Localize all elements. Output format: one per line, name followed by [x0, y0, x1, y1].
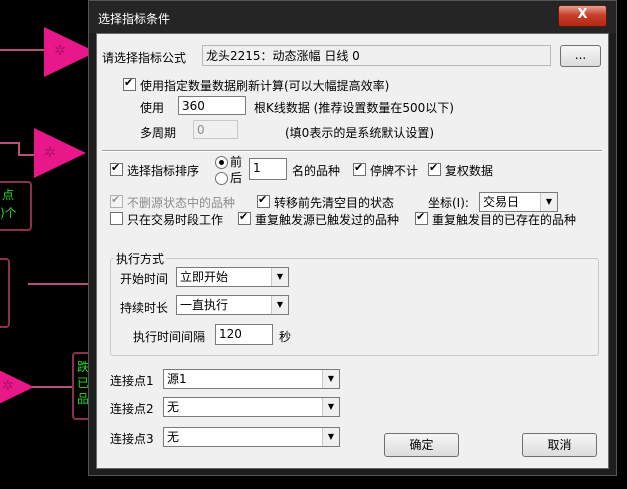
use-label: 使用: [140, 101, 165, 115]
exec-group-label: 执行方式: [114, 250, 167, 267]
period-label: 多周期: [140, 126, 177, 140]
clear-before-label: 转移前先清空目的状态: [274, 196, 395, 210]
chevron-down-icon: ▼: [271, 268, 288, 286]
chevron-down-icon: ▼: [322, 370, 339, 388]
interval-label: 执行时间间隔: [133, 330, 206, 344]
coord-value: 交易日: [483, 195, 520, 209]
link-line: [32, 386, 74, 388]
link-line: [18, 142, 20, 154]
interval-unit: 秒: [279, 330, 292, 344]
duration-value: 一直执行: [180, 298, 229, 312]
period-note: (填0表示的是系统默认设置): [285, 126, 434, 140]
close-button[interactable]: X: [558, 5, 607, 27]
adjust-label: 复权数据: [445, 164, 494, 178]
radio-back[interactable]: [215, 172, 228, 185]
suspend-label: 停牌不计: [370, 164, 419, 178]
rank-input[interactable]: 1: [249, 158, 287, 180]
trade-period-label: 只在交易时段工作: [127, 213, 224, 227]
suspend-checkbox[interactable]: [353, 161, 366, 176]
title-bar[interactable]: 选择指标条件 X: [89, 1, 616, 33]
coord-select[interactable]: 交易日 ▼: [479, 192, 558, 212]
adjust-checkbox[interactable]: [428, 161, 441, 176]
node-triangle[interactable]: [34, 128, 86, 178]
ok-button[interactable]: 确定: [384, 433, 459, 457]
radio-back-label: 后: [230, 171, 243, 185]
node-star-icon: ✲: [2, 378, 14, 394]
conn2-value: 无: [167, 400, 180, 414]
duration-label: 持续时长: [120, 301, 169, 315]
period-input[interactable]: 0: [193, 120, 238, 139]
divider: [102, 150, 602, 152]
trade-period-checkbox[interactable]: [110, 212, 123, 225]
radio-front-label: 前: [230, 155, 243, 169]
formula-field[interactable]: 龙头2215：动态涨幅 日线 0: [202, 45, 551, 66]
indicator-condition-dialog: 选择指标条件 X 请选择指标公式 龙头2215：动态涨幅 日线 0 ... 使用…: [88, 0, 617, 476]
conn1-value: 源1: [167, 372, 187, 386]
use-count-checkbox[interactable]: [123, 76, 136, 91]
start-time-select[interactable]: 立即开始 ▼: [176, 267, 289, 287]
radio-front[interactable]: [215, 156, 228, 169]
chevron-down-icon: ▼: [322, 428, 339, 446]
conn3-label: 连接点3: [110, 432, 154, 446]
link-line: [28, 283, 88, 285]
keep-state-checkbox[interactable]: [110, 193, 123, 208]
start-time-value: 立即开始: [180, 270, 229, 284]
keep-state-label: 不删源状态中的品种: [127, 196, 236, 210]
node-text: 点: [2, 188, 15, 202]
conn3-value: 无: [167, 430, 180, 444]
conn2-select[interactable]: 无 ▼: [163, 397, 340, 417]
repeat-source-checkbox[interactable]: [238, 210, 251, 225]
conn3-select[interactable]: 无 ▼: [163, 427, 340, 447]
node-star-icon: ✲: [54, 43, 66, 59]
duration-select[interactable]: 一直执行 ▼: [176, 295, 289, 315]
link-line: [0, 49, 44, 51]
conn1-label: 连接点1: [110, 374, 154, 388]
chevron-down-icon: ▼: [271, 296, 288, 314]
dialog-client: 请选择指标公式 龙头2215：动态涨幅 日线 0 ... 使用指定数量数据刷新计…: [96, 33, 609, 469]
node-star-icon: ✲: [44, 145, 56, 161]
use-count-label: 使用指定数量数据刷新计算(可以大幅提高效率): [140, 79, 390, 93]
close-icon: X: [577, 7, 588, 22]
conn1-select[interactable]: 源1 ▼: [163, 369, 340, 389]
link-line: [0, 142, 18, 144]
link-line: [18, 154, 34, 156]
formula-label: 请选择指标公式: [102, 51, 187, 65]
conn2-label: 连接点2: [110, 402, 154, 416]
bars-note: 根K线数据 (推荐设置数量在500以下): [254, 101, 454, 115]
start-time-label: 开始时间: [120, 272, 169, 286]
cancel-button[interactable]: 取消: [522, 433, 597, 457]
repeat-source-label: 重复触发源已触发过的品种: [255, 213, 400, 227]
node-text: )个: [0, 206, 17, 220]
browse-button[interactable]: ...: [560, 45, 601, 67]
chevron-down-icon: ▼: [322, 398, 339, 416]
sort-checkbox[interactable]: [110, 161, 123, 176]
chevron-down-icon: ▼: [540, 193, 557, 211]
repeat-target-label: 重复触发目的已存在的品种: [432, 213, 577, 227]
rank-note: 名的品种: [292, 164, 341, 178]
use-count-input[interactable]: 360: [178, 96, 246, 115]
node-box[interactable]: [0, 258, 10, 328]
dialog-title: 选择指标条件: [98, 12, 171, 26]
coord-label: 坐标(I):: [428, 196, 469, 210]
sort-label: 选择指标排序: [127, 164, 200, 178]
interval-input[interactable]: 120: [215, 324, 273, 345]
clear-before-checkbox[interactable]: [257, 193, 270, 208]
repeat-target-checkbox[interactable]: [415, 210, 428, 225]
